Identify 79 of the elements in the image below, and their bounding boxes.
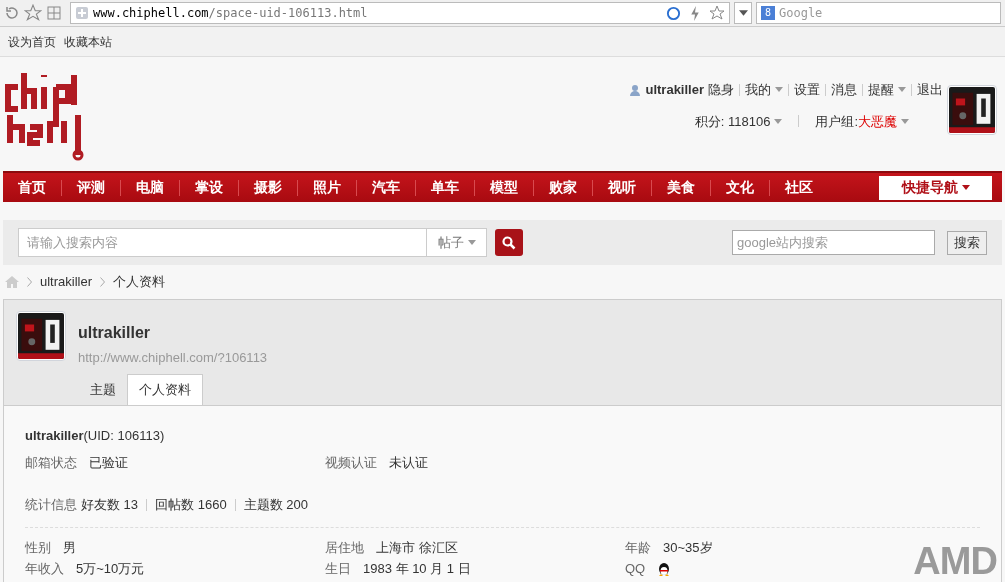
user-menu-link[interactable]: 消息 xyxy=(831,80,857,100)
nav-item[interactable]: 视听 xyxy=(593,177,651,198)
stats-link[interactable]: 回帖数 1660 xyxy=(155,495,227,515)
nav-item[interactable]: 评测 xyxy=(62,177,120,198)
field-label: 年收入 xyxy=(25,560,64,578)
field-label: 生日 xyxy=(325,560,351,578)
top-link[interactable]: 收藏本站 xyxy=(64,32,112,51)
field-value: 上海市 徐汇区 xyxy=(376,538,458,557)
user-menu-link[interactable]: 设置 xyxy=(794,80,820,100)
refresh-icon[interactable] xyxy=(666,5,681,21)
search-icon xyxy=(502,235,516,250)
nav-item[interactable]: 首页 xyxy=(3,177,61,198)
nav-item[interactable]: 汽车 xyxy=(357,177,415,198)
field-label: 视频认证 xyxy=(325,453,377,472)
field-label: 邮箱状态 xyxy=(25,453,77,472)
field-label: QQ xyxy=(625,560,646,578)
nav-item[interactable]: 美食 xyxy=(652,177,710,198)
search-placeholder: Google xyxy=(779,5,823,22)
search-field[interactable]: 8 Google xyxy=(756,2,1001,24)
user-menu-link[interactable]: 提醒 xyxy=(868,80,906,100)
url-field[interactable]: www.chiphell.com/space-uid-106113.html xyxy=(70,2,730,24)
caret-icon xyxy=(467,240,476,245)
user-menu-link[interactable]: 隐身 xyxy=(708,80,734,100)
group-link[interactable]: 大恶魔 xyxy=(858,111,909,131)
stats-label: 统计信息 xyxy=(25,496,77,514)
field-value: 5万~10万元 xyxy=(76,560,145,578)
top-link[interactable]: 设为首页 xyxy=(8,32,56,51)
grid-icon[interactable] xyxy=(46,5,62,21)
user-menu-link[interactable]: 退出 xyxy=(917,80,943,100)
breadcrumb-link[interactable]: 个人资料 xyxy=(113,272,165,292)
chevron-icon xyxy=(27,277,32,287)
star-icon[interactable] xyxy=(709,5,725,21)
quick-nav-button[interactable]: 快捷导航 xyxy=(879,175,992,200)
search-engine-icon: 8 xyxy=(761,6,775,20)
caret-icon xyxy=(775,87,783,93)
user-menu-link[interactable]: 我的 xyxy=(745,80,783,100)
nav-item[interactable]: 文化 xyxy=(711,177,769,198)
username-link[interactable]: ultrakiller xyxy=(645,80,704,100)
points-link[interactable]: 积分: 118106 xyxy=(694,111,783,131)
nav-item[interactable]: 掌设 xyxy=(180,177,238,198)
field-label: 性别 xyxy=(25,538,51,557)
field-label: 居住地 xyxy=(325,538,364,557)
scope-dropdown[interactable]: 帖子 xyxy=(427,228,487,257)
caret-icon xyxy=(901,118,909,124)
breadcrumb-link[interactable]: ultrakiller xyxy=(40,272,92,292)
lightning-icon[interactable] xyxy=(689,5,701,21)
caret-icon xyxy=(738,10,748,16)
caret-icon xyxy=(961,185,970,190)
nav-item[interactable]: 模型 xyxy=(475,177,533,198)
caret-icon xyxy=(774,118,783,124)
stats-link[interactable]: 好友数 13 xyxy=(81,495,139,515)
shield-icon xyxy=(75,6,89,20)
caret-icon xyxy=(898,87,906,93)
nav-item[interactable]: 社区 xyxy=(770,177,828,198)
profile-tab[interactable]: 主题 xyxy=(79,374,127,405)
nav-item[interactable]: 电脑 xyxy=(121,177,179,198)
field-value: 已验证 xyxy=(89,453,128,472)
nav-item[interactable]: 摄影 xyxy=(239,177,297,198)
profile-tab[interactable]: 个人资料 xyxy=(127,374,203,405)
nav-item[interactable]: 败家 xyxy=(534,177,592,198)
field-value: 30~35岁 xyxy=(663,538,713,557)
nav-item[interactable]: 照片 xyxy=(298,177,356,198)
stats-link[interactable]: 主题数 200 xyxy=(243,495,308,515)
profile-name: ultrakiller xyxy=(78,323,152,343)
google-search-button[interactable]: 搜索 xyxy=(947,230,987,255)
field-value: 未认证 xyxy=(389,453,428,472)
dropdown-button[interactable] xyxy=(734,2,752,24)
star-icon[interactable] xyxy=(24,4,42,22)
chevron-icon xyxy=(100,277,105,287)
group-label: 用户组: xyxy=(815,112,858,131)
field-label: 年龄 xyxy=(625,538,651,557)
nav-item[interactable]: 单车 xyxy=(416,177,474,198)
penguin-icon[interactable] xyxy=(657,560,672,577)
uid-line: ultrakiller(UID: 106113) xyxy=(25,427,166,445)
field-value: 1983 年 10 月 1 日 xyxy=(363,560,471,578)
user-icon xyxy=(629,83,642,96)
field-value: 男 xyxy=(63,538,76,557)
back-icon[interactable] xyxy=(4,5,20,21)
search-button[interactable] xyxy=(495,229,523,256)
